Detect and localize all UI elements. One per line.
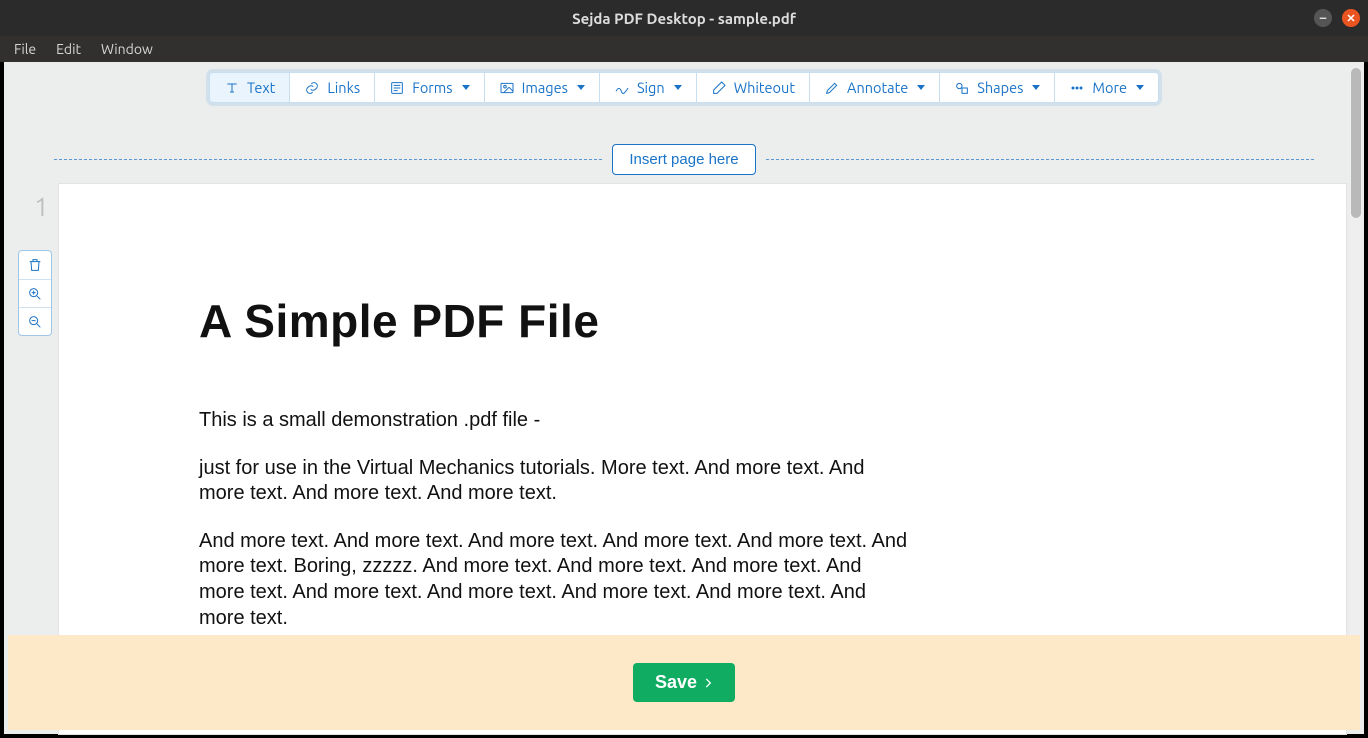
shapes-icon xyxy=(954,80,970,96)
menubar: File Edit Window xyxy=(0,36,1368,62)
tool-sign[interactable]: Sign xyxy=(600,72,697,103)
chevron-down-icon xyxy=(462,85,470,90)
more-icon xyxy=(1069,80,1085,96)
tool-sign-label: Sign xyxy=(637,79,665,96)
save-bar: Save xyxy=(8,635,1360,730)
tool-forms[interactable]: Forms xyxy=(375,72,484,103)
minimize-button[interactable]: – xyxy=(1314,9,1332,27)
doc-paragraph: just for use in the Virtual Mechanics tu… xyxy=(199,456,909,507)
tool-more[interactable]: More xyxy=(1055,72,1159,103)
titlebar: Sejda PDF Desktop - sample.pdf – ✕ xyxy=(0,0,1368,36)
tool-whiteout-label: Whiteout xyxy=(734,79,795,96)
close-button[interactable]: ✕ xyxy=(1342,9,1360,27)
forms-icon xyxy=(389,80,405,96)
tool-links-label: Links xyxy=(327,79,360,96)
tool-images[interactable]: Images xyxy=(485,72,600,103)
delete-page-button[interactable] xyxy=(19,251,51,279)
tool-shapes[interactable]: Shapes xyxy=(940,72,1055,103)
menu-window[interactable]: Window xyxy=(93,39,161,59)
chevron-down-icon xyxy=(1032,85,1040,90)
insert-page-divider: Insert page here xyxy=(54,144,1314,175)
zoom-in-button[interactable] xyxy=(19,279,51,307)
pencil-icon xyxy=(824,80,840,96)
tool-links[interactable]: Links xyxy=(290,72,375,103)
chevron-right-icon xyxy=(701,676,715,690)
save-button[interactable]: Save xyxy=(633,663,735,702)
menu-file[interactable]: File xyxy=(6,39,44,59)
doc-title: A Simple PDF File xyxy=(199,294,909,348)
doc-paragraph: This is a small demonstration .pdf file … xyxy=(199,408,909,434)
zoom-out-button[interactable] xyxy=(19,307,51,335)
text-icon xyxy=(224,80,240,96)
scroll-thumb[interactable] xyxy=(1351,68,1361,218)
chevron-down-icon xyxy=(577,85,585,90)
link-icon xyxy=(304,80,320,96)
chevron-down-icon xyxy=(1136,85,1144,90)
page-number: 1 xyxy=(34,192,49,221)
tool-shapes-label: Shapes xyxy=(977,79,1023,96)
chevron-down-icon xyxy=(917,85,925,90)
tool-text-label: Text xyxy=(247,79,275,96)
tool-forms-label: Forms xyxy=(412,79,452,96)
editor-toolbar: Text Links Forms Images Sign xyxy=(209,72,1159,103)
page-side-tools xyxy=(18,250,52,336)
save-button-label: Save xyxy=(655,672,697,693)
tool-images-label: Images xyxy=(522,79,568,96)
sign-icon xyxy=(614,80,630,96)
window-controls: – ✕ xyxy=(1314,9,1360,27)
menu-edit[interactable]: Edit xyxy=(48,39,89,59)
vertical-scrollbar[interactable] xyxy=(1350,66,1362,730)
tool-text[interactable]: Text xyxy=(209,72,290,103)
tool-more-label: More xyxy=(1092,79,1127,96)
window-title: Sejda PDF Desktop - sample.pdf xyxy=(572,10,796,27)
image-icon xyxy=(499,80,515,96)
tool-whiteout[interactable]: Whiteout xyxy=(697,72,810,103)
chevron-down-icon xyxy=(674,85,682,90)
tool-annotate[interactable]: Annotate xyxy=(810,72,940,103)
eraser-icon xyxy=(711,80,727,96)
tool-annotate-label: Annotate xyxy=(847,79,908,96)
workarea: Text Links Forms Images Sign xyxy=(0,62,1368,738)
doc-paragraph: And more text. And more text. And more t… xyxy=(199,529,909,631)
insert-page-button[interactable]: Insert page here xyxy=(612,144,755,175)
